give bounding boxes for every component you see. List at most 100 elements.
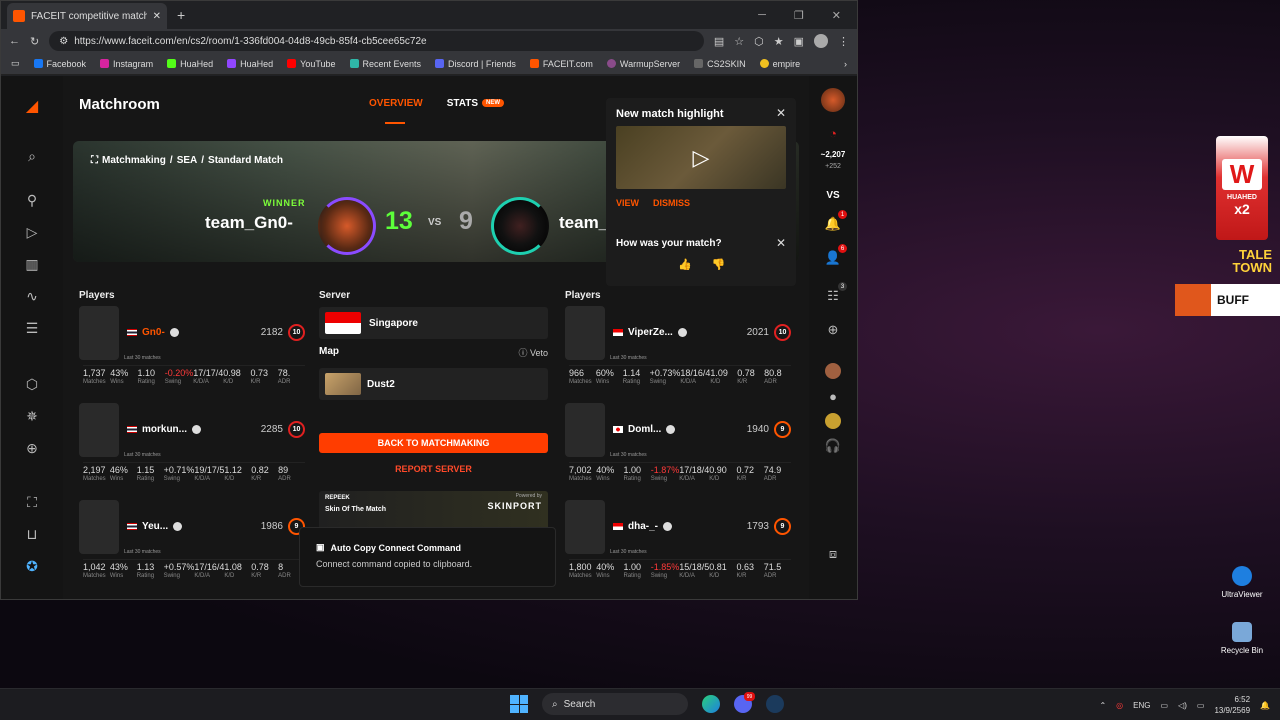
view-button[interactable]: VIEW [616,198,639,208]
back-to-matchmaking-button[interactable]: BACK TO MATCHMAKING [319,433,548,453]
friends-icon[interactable]: 👤 6 [822,244,847,269]
discord-taskbar-icon[interactable]: 99 [734,692,755,713]
favorite-star-icon[interactable]: ☆ [734,35,744,48]
close-tab-icon[interactable]: ✕ [153,11,161,22]
dismiss-button[interactable]: DISMISS [653,198,690,208]
thumbs-up-icon[interactable]: 👍 [678,258,692,271]
bookmark-huahed-twitch[interactable]: HuaHed [227,59,273,69]
chat-icon[interactable]: ⧈ [822,543,844,565]
close-icon[interactable]: ✕ [832,9,841,22]
site-info-icon[interactable]: ⚙ [59,36,68,47]
windows-start-icon[interactable] [510,695,528,713]
ultraviewer-shortcut[interactable]: UltraViewer [1212,566,1272,599]
player-name[interactable]: dha-_- [628,521,658,532]
player-avatar[interactable] [565,306,605,360]
clock[interactable]: 6:52 13/9/2569 [1214,694,1250,716]
player-name[interactable]: Gn0- [142,327,165,338]
user-placeholder-icon[interactable]: ● [822,385,844,407]
find-players-icon[interactable]: ⚲ [20,188,44,212]
bookmark-empire[interactable]: empire [759,59,800,69]
add-icon[interactable]: ⊕ [20,436,44,460]
collections-icon[interactable]: ▣ [794,35,804,48]
bookmark-facebook[interactable]: Facebook [33,59,86,69]
search-icon[interactable]: ⌕ [20,144,44,168]
restore-icon[interactable]: ❐ [794,9,804,22]
leaderboard-icon[interactable]: ▥ [20,252,44,276]
close-icon[interactable]: ✕ [776,236,786,250]
user-avatar[interactable] [821,88,845,112]
faceit-logo-icon[interactable]: ◢ [20,94,44,118]
taskbar-search[interactable]: ⌕ Search [542,693,688,715]
player-name[interactable]: morkun... [142,424,187,435]
highlight-video[interactable]: ▷ [616,126,786,189]
player-name[interactable]: ViperZe... [628,327,673,338]
friend-avatar[interactable] [825,363,841,379]
buff-ad[interactable]: BUFF [1175,284,1280,316]
player-avatar[interactable] [79,403,119,457]
tab-stats[interactable]: STATS NEW [447,98,505,109]
profile-avatar-icon[interactable] [814,34,828,48]
new-tab-icon[interactable]: + [177,7,185,23]
premium-icon[interactable]: ✪ [20,554,44,578]
stat-swing: -1.85% Swing [651,562,680,579]
club-badge-icon[interactable]: ✵ [20,404,44,428]
bookmark-faceit[interactable]: FACEIT.com [529,59,593,69]
report-server-link[interactable]: REPORT SERVER [319,464,548,474]
close-icon[interactable]: ✕ [776,106,786,120]
huahed-ad[interactable]: W HUAHED x2 [1216,136,1268,240]
play-icon[interactable]: ▷ [20,220,44,244]
skin-sponsor[interactable]: SKINPORT [487,501,542,511]
team1-name[interactable]: team_Gn0- [205,213,293,233]
favorites-icon[interactable]: ★ [774,35,784,48]
browser-tab[interactable]: FACEIT competitive match - FACEIT ✕ [7,3,167,29]
bookmark-warmup[interactable]: WarmupServer [606,59,680,69]
tray-expand-icon[interactable]: ⌃ [1099,701,1106,710]
veto-link[interactable]: ⓘ Veto [518,346,548,359]
faceit-ac-icon[interactable]: ◎ [1116,701,1123,710]
bookmark-instagram[interactable]: Instagram [100,59,153,69]
tale-town-ad[interactable]: TALE TOWN [1196,248,1272,278]
bookmark-huahed-kick[interactable]: HuaHed [167,59,213,69]
bookmark-recent-events[interactable]: Recent Events [349,59,421,69]
back-icon[interactable]: ← [9,35,20,47]
volume-icon[interactable]: ◁) [1178,701,1187,710]
network-icon[interactable]: ▭ [1160,701,1168,710]
crumb-matchmaking[interactable]: Matchmaking [102,155,166,166]
player-avatar[interactable] [79,306,119,360]
watch-list-icon[interactable]: ☰ [20,316,44,340]
bookmark-cs2skin[interactable]: CS2SKIN [694,59,746,69]
recycle-bin-shortcut[interactable]: Recycle Bin [1212,622,1272,655]
add-friend-icon[interactable]: ⊕ [822,319,844,341]
stats-icon[interactable]: ∿ [20,284,44,308]
bookmark-youtube[interactable]: YouTube [287,59,336,69]
friend-avatar[interactable] [825,413,841,429]
vs-icon[interactable]: VS [826,190,839,201]
bookmark-discord[interactable]: Discord | Friends [435,59,516,69]
player-avatar[interactable] [565,500,605,554]
steam-icon[interactable] [766,695,784,713]
url-field[interactable]: ⚙ https://www.faceit.com/en/cs2/room/1-3… [49,31,704,51]
notifications-icon[interactable]: 🔔 1 [822,210,847,235]
clubs-icon[interactable]: ⬡ [20,372,44,396]
extensions-icon[interactable]: ⬡ [754,35,764,48]
reading-list-icon[interactable]: ▭ [11,58,20,69]
reload-icon[interactable]: ↻ [30,35,39,48]
scan-icon[interactable]: ⛶ [20,490,44,514]
support-headset-icon[interactable]: 🎧 [822,435,844,457]
notification-bell-icon[interactable]: 🔔 [1260,701,1270,710]
chevron-right-icon[interactable]: › [844,59,847,69]
minimize-icon[interactable]: ─ [758,9,766,22]
player-avatar[interactable] [79,500,119,554]
language-indicator[interactable]: ENG [1133,701,1150,710]
shop-icon[interactable]: ⊔ [20,522,44,546]
edge-icon[interactable] [702,695,720,713]
menu-dots-icon[interactable]: ⋮ [838,35,849,48]
player-name[interactable]: Doml... [628,424,661,435]
player-name[interactable]: Yeu... [142,521,168,532]
thumbs-down-icon[interactable]: 👎 [712,258,726,271]
tab-overview[interactable]: OVERVIEW [369,98,423,124]
reader-icon[interactable]: ▤ [714,35,724,48]
player-avatar[interactable] [565,403,605,457]
party-icon[interactable]: ☷ 3 [822,282,847,307]
battery-icon[interactable]: ▭ [1197,701,1205,710]
